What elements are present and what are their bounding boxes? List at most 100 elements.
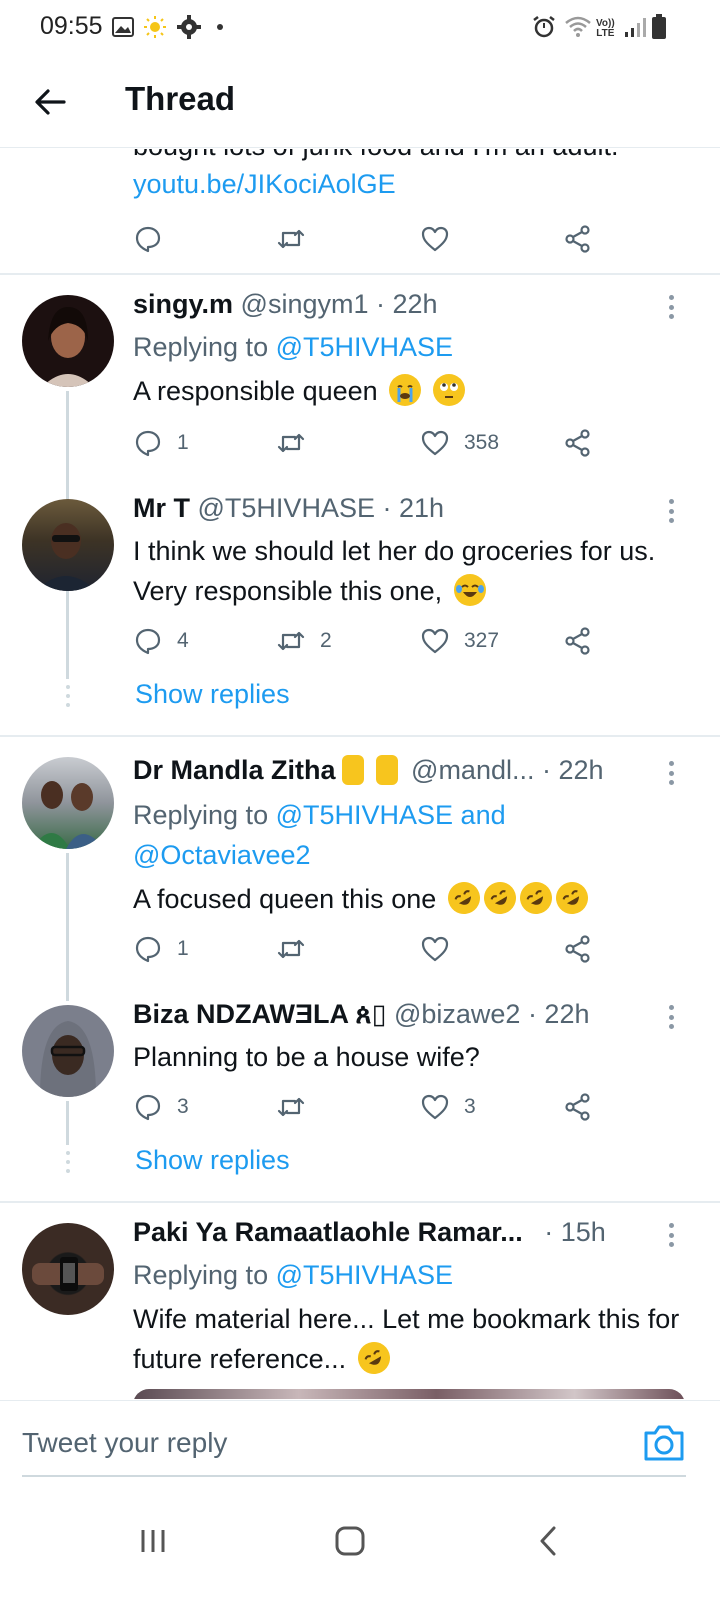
tweet-text: A responsible queen <box>133 371 693 411</box>
tweet-media-preview[interactable] <box>133 1389 685 1399</box>
reply-button[interactable]: 3 <box>133 1089 189 1125</box>
reply-button[interactable] <box>133 221 163 257</box>
reply-count: 1 <box>177 937 189 960</box>
display-name[interactable]: singy.m <box>133 289 233 319</box>
tweet-text: Wife material here... Let me bookmark th… <box>133 1299 693 1380</box>
display-name[interactable]: Dr Mandla Zitha <box>133 755 336 785</box>
recents-icon[interactable] <box>123 1511 183 1571</box>
home-icon[interactable] <box>320 1511 380 1571</box>
tweet-text: A focused queen this one <box>133 876 693 920</box>
thread-feed[interactable]: bought lots of junk food and I'm an adul… <box>0 149 720 1399</box>
share-icon <box>565 627 590 655</box>
face-with-rolling-eyes-emoji <box>432 374 465 406</box>
back-icon[interactable] <box>518 1511 578 1571</box>
like-count: 3 <box>464 1095 476 1118</box>
display-name[interactable]: Mr T <box>133 493 190 523</box>
mention-link[interactable]: @T5HIVHASE <box>276 332 453 362</box>
divider <box>0 735 720 737</box>
show-replies-link[interactable]: Show replies <box>135 679 290 710</box>
signal-icon <box>624 14 646 40</box>
arrow-left-icon[interactable] <box>26 78 74 126</box>
tweet-author-line: Mr T @T5HIVHASE · 21h <box>133 493 444 524</box>
tweet-actions: 1 358 <box>133 425 653 461</box>
avatar[interactable] <box>22 757 114 849</box>
top-bar: Thread <box>0 56 720 148</box>
display-name[interactable]: Paki Ya Ramaatlaohle Ramar... <box>133 1217 523 1247</box>
tweet-actions: 4 2 327 <box>133 623 653 659</box>
retweet-button[interactable] <box>276 425 306 461</box>
wifi-icon <box>564 14 592 40</box>
more-options-icon[interactable] <box>668 1223 674 1247</box>
retweet-icon <box>277 631 305 651</box>
rolling-on-floor-laughing-emoji <box>441 876 486 920</box>
more-options-icon[interactable] <box>668 761 674 785</box>
retweet-icon <box>277 939 305 959</box>
avatar[interactable] <box>22 1005 114 1097</box>
thread-line <box>66 1101 69 1145</box>
handle-time: @bizawe2 · 22h <box>393 999 590 1029</box>
heart-icon <box>421 628 449 654</box>
battery-icon <box>651 14 667 40</box>
status-bar: 09:55 Vo)) LTE <box>0 0 720 56</box>
reply-button[interactable]: 1 <box>133 425 189 461</box>
more-options-icon[interactable] <box>668 499 674 523</box>
more-options-icon[interactable] <box>668 1005 674 1029</box>
like-button[interactable]: 327 <box>420 623 499 659</box>
reply-icon <box>135 226 161 253</box>
victory-hand-emoji <box>341 755 364 785</box>
share-button[interactable] <box>563 931 593 967</box>
mention-link[interactable]: @T5HIVHASE <box>276 1260 453 1290</box>
retweet-button[interactable]: 2 <box>276 623 332 659</box>
share-icon <box>565 1093 590 1121</box>
system-nav-bar <box>0 1483 720 1600</box>
display-name[interactable]: Biza NDZAWƎLA ጰ▯ <box>133 999 386 1029</box>
handle-time: · 15h <box>544 1217 606 1247</box>
tweet-link[interactable]: youtu.be/JIKociAolGE <box>133 169 396 200</box>
heart-icon <box>421 430 449 456</box>
mention-link[interactable]: @Octaviavee2 <box>133 840 311 870</box>
replying-to: Replying to @T5HIVHASE <box>133 332 454 362</box>
thread-dots <box>65 685 71 707</box>
like-button[interactable] <box>420 221 450 257</box>
reply-button[interactable]: 4 <box>133 623 189 659</box>
show-replies-link[interactable]: Show replies <box>135 1145 290 1176</box>
rolling-on-floor-laughing-emoji <box>477 876 522 920</box>
mention-link[interactable]: @T5HIVHASE and <box>276 800 506 830</box>
share-button[interactable] <box>563 425 593 461</box>
heart-icon <box>421 226 449 252</box>
like-button[interactable]: 3 <box>420 1089 476 1125</box>
like-button[interactable] <box>420 931 450 967</box>
retweet-button[interactable] <box>276 1089 306 1125</box>
avatar[interactable] <box>22 1223 114 1315</box>
volte-icon: Vo)) LTE <box>596 18 615 39</box>
share-button[interactable] <box>563 1089 593 1125</box>
heart-icon <box>421 1094 449 1120</box>
tweet-text: I think we should let her do groceries f… <box>133 536 656 606</box>
like-button[interactable]: 358 <box>420 425 499 461</box>
share-icon <box>565 935 590 963</box>
divider <box>0 273 720 275</box>
divider <box>0 1201 720 1203</box>
sun-icon <box>143 14 167 40</box>
replying-to: Replying to @T5HIVHASE and @Octaviavee2 <box>133 800 506 870</box>
thread-dots <box>65 1151 71 1173</box>
camera-icon[interactable] <box>642 1423 686 1463</box>
reply-button[interactable]: 1 <box>133 931 189 967</box>
alarm-icon <box>532 14 556 40</box>
retweet-button[interactable] <box>276 931 306 967</box>
dot-icon <box>216 14 224 40</box>
share-button[interactable] <box>563 623 593 659</box>
retweet-icon <box>277 229 305 249</box>
retweet-count: 2 <box>320 629 332 652</box>
face-with-tears-of-joy-emoji <box>453 574 486 606</box>
reply-input[interactable]: Tweet your reply <box>22 1427 227 1459</box>
tweet-actions <box>133 221 653 257</box>
partial-tweet-text: bought lots of junk food and I'm an adul… <box>133 149 619 162</box>
avatar[interactable] <box>22 295 114 387</box>
avatar[interactable] <box>22 499 114 591</box>
share-button[interactable] <box>563 221 593 257</box>
rolling-on-floor-laughing-emoji <box>549 876 594 920</box>
handle-time: @singym1 · 22h <box>240 289 438 319</box>
more-options-icon[interactable] <box>668 295 674 319</box>
retweet-button[interactable] <box>276 221 306 257</box>
